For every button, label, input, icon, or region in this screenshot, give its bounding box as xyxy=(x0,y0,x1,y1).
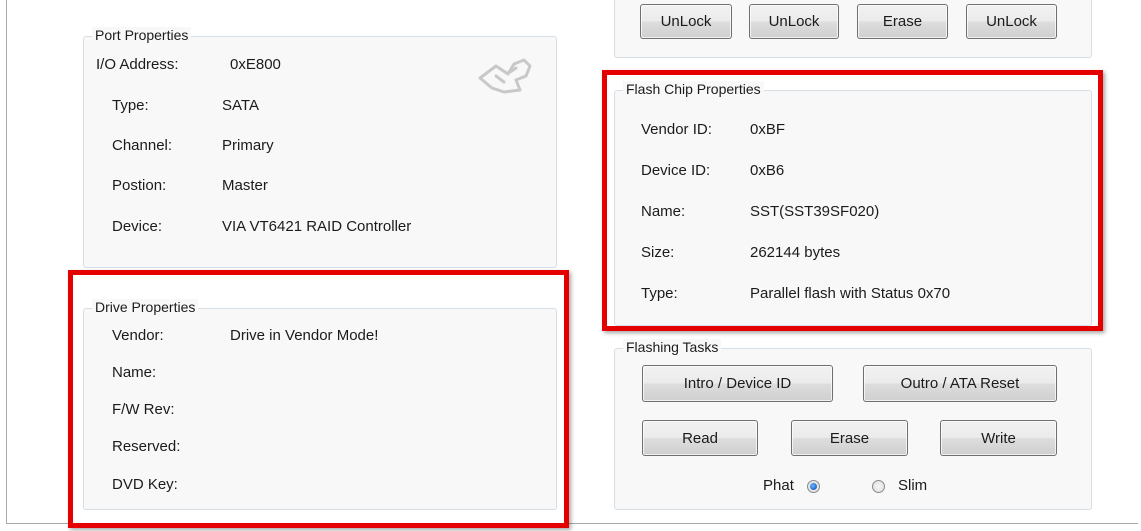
sata-plug-icon xyxy=(478,58,532,94)
write-button[interactable]: Write xyxy=(940,420,1057,456)
flashing-tasks-title: Flashing Tasks xyxy=(623,339,722,355)
intro-device-id-button[interactable]: Intro / Device ID xyxy=(642,365,833,402)
unlock-button-2[interactable]: UnLock xyxy=(749,4,839,39)
erase-button[interactable]: Erase xyxy=(791,420,908,456)
port-position-value: Master xyxy=(222,177,268,194)
slim-radio[interactable] xyxy=(872,480,885,493)
port-type-label: Type: xyxy=(112,97,149,114)
port-position-label: Postion: xyxy=(112,177,167,194)
port-io-address-value: 0xE800 xyxy=(230,56,281,73)
read-button[interactable]: Read xyxy=(642,420,758,456)
erase-top-button[interactable]: Erase xyxy=(857,4,948,39)
phat-radio[interactable] xyxy=(807,480,820,493)
port-io-address-label: I/O Address: xyxy=(96,56,179,73)
port-channel-value: Primary xyxy=(222,137,274,154)
outro-ata-reset-button[interactable]: Outro / ATA Reset xyxy=(863,365,1057,402)
port-type-value: SATA xyxy=(222,97,259,114)
unlock-button-3[interactable]: UnLock xyxy=(966,4,1057,39)
drive-properties-highlight xyxy=(68,270,569,528)
flash-chip-properties-highlight xyxy=(602,70,1103,331)
port-device-label: Device: xyxy=(112,218,163,235)
port-properties-title: Port Properties xyxy=(92,27,192,43)
port-device-value: VIA VT6421 RAID Controller xyxy=(222,218,412,235)
unlock-button-1[interactable]: UnLock xyxy=(640,4,732,39)
port-channel-label: Channel: xyxy=(112,137,173,154)
phat-radio-label[interactable]: Phat xyxy=(763,477,794,494)
slim-radio-label[interactable]: Slim xyxy=(898,477,927,494)
